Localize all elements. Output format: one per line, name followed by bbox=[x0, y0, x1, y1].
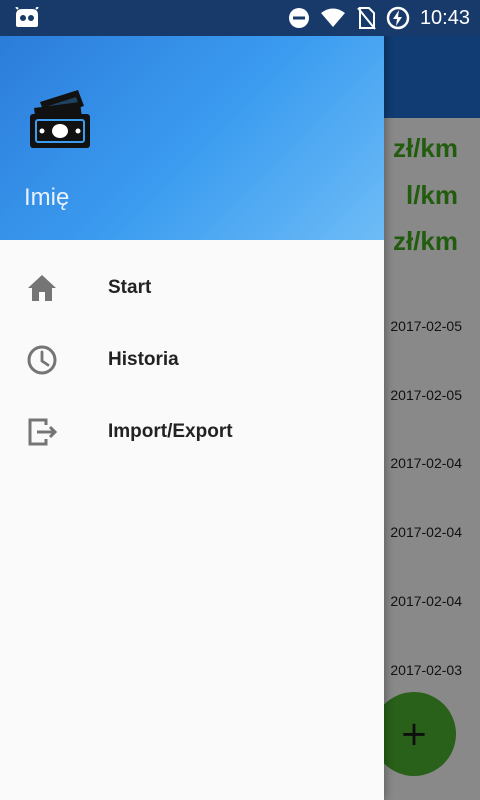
status-time: 10:43 bbox=[419, 6, 470, 29]
status-bar: 10:43 bbox=[0, 0, 480, 36]
home-icon bbox=[28, 275, 56, 301]
drawer-item-label: Historia bbox=[108, 349, 179, 370]
wifi-icon bbox=[320, 8, 345, 27]
money-stack-icon bbox=[30, 90, 90, 148]
drawer-item-label: Start bbox=[108, 277, 152, 298]
drawer-menu: Start Historia Import/Export bbox=[0, 252, 384, 468]
android-debug-icon bbox=[15, 7, 39, 27]
do-not-disturb-icon bbox=[288, 8, 309, 28]
drawer-header: Imię bbox=[0, 0, 384, 240]
drawer-item-start[interactable]: Start bbox=[0, 252, 384, 324]
battery-charging-icon bbox=[386, 6, 410, 30]
drawer-user-name: Imię bbox=[24, 184, 70, 211]
exit-to-app-icon bbox=[28, 418, 58, 446]
drawer-item-historia[interactable]: Historia bbox=[0, 324, 384, 396]
drawer-item-import-export[interactable]: Import/Export bbox=[0, 396, 384, 468]
clock-icon bbox=[27, 345, 57, 375]
no-sim-icon bbox=[357, 7, 376, 30]
drawer-item-label: Import/Export bbox=[108, 421, 233, 442]
navigation-drawer: Imię Start Historia Import/Export bbox=[0, 0, 384, 800]
